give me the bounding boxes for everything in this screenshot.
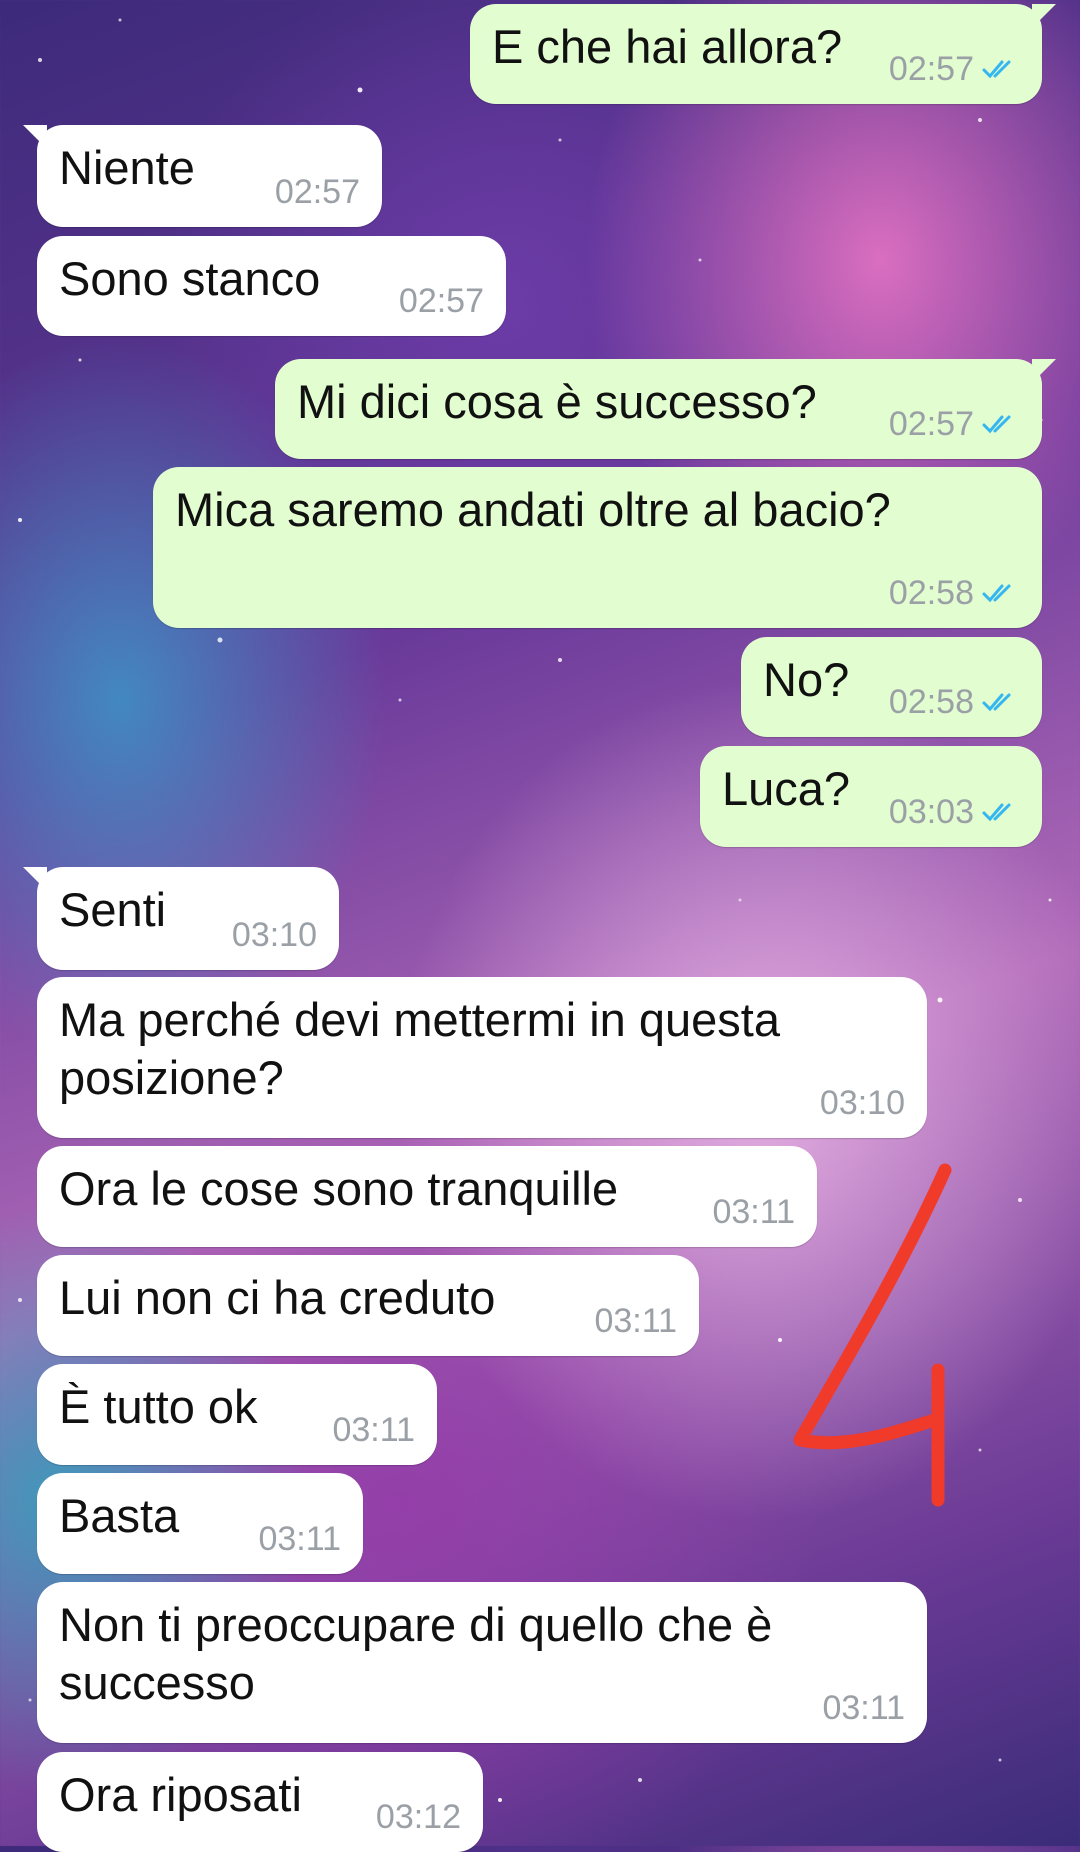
red-handwritten-annotation: 4 [793, 1163, 952, 1507]
